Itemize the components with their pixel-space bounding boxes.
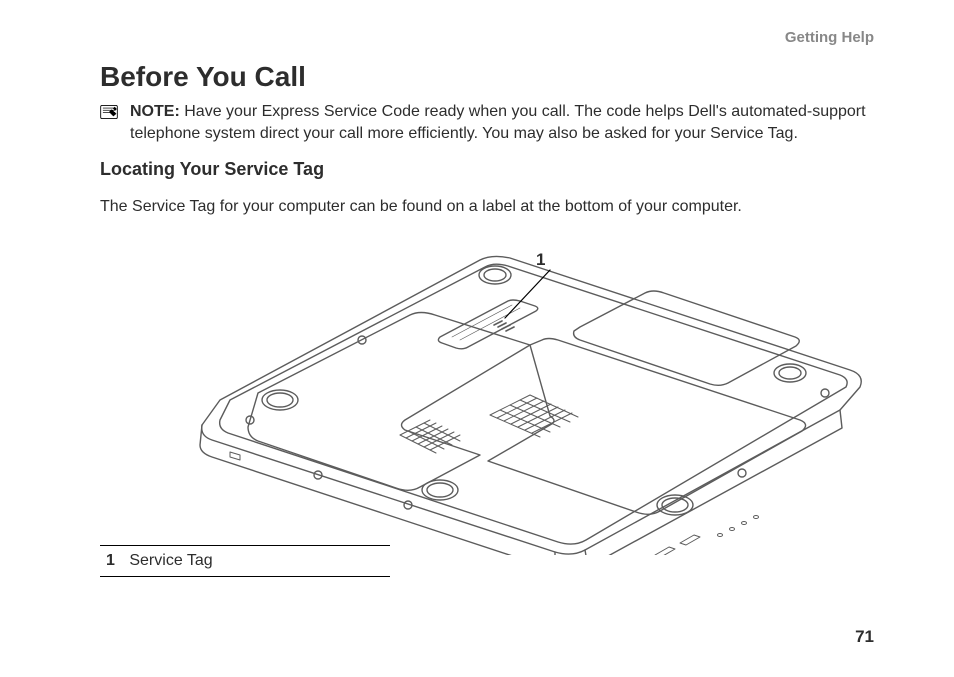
intro-paragraph: The Service Tag for your computer can be… — [100, 196, 874, 218]
running-header: Getting Help — [785, 29, 874, 46]
page-number: 71 — [855, 627, 874, 647]
service-tag-label — [438, 300, 537, 349]
callout-number: 1 — [536, 250, 545, 270]
note-label: NOTE: — [130, 103, 180, 120]
note-text: NOTE: Have your Express Service Code rea… — [130, 101, 874, 145]
note-body: Have your Express Service Code ready whe… — [130, 103, 866, 142]
section-subheading: Locating Your Service Tag — [100, 159, 874, 180]
note-block: NOTE: Have your Express Service Code rea… — [100, 101, 874, 145]
figure: 1 — [100, 225, 880, 555]
document-page: Getting Help Before You Call NOTE: Have … — [0, 0, 954, 677]
note-icon — [100, 104, 118, 118]
page-title: Before You Call — [100, 61, 874, 93]
laptop-bottom-illustration — [100, 225, 880, 555]
